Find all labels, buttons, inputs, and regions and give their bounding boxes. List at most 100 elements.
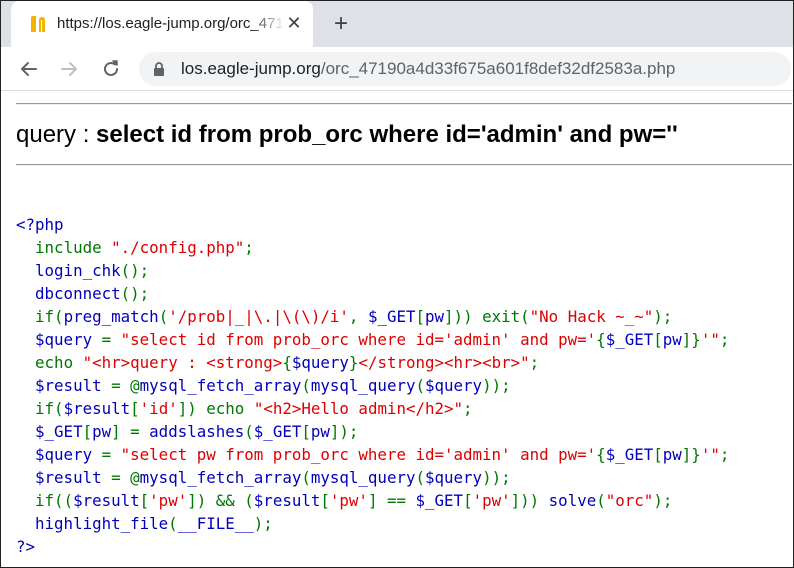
code-token: (: [301, 468, 311, 487]
code-token: [: [653, 330, 663, 349]
address-bar[interactable]: los.eagle-jump.org/orc_47190a4d33f675a60…: [139, 52, 791, 86]
code-line: login_chk();: [16, 259, 729, 282]
code-token: mysql_query: [310, 376, 416, 395]
code-token: ])) exit(: [444, 307, 530, 326]
code-token: ));: [482, 468, 511, 487]
code-token: =: [101, 445, 121, 464]
lock-icon[interactable]: [151, 61, 167, 77]
code-token: ;: [463, 399, 473, 418]
code-token: <?php: [16, 215, 64, 234]
code-line: $result = @mysql_fetch_array(mysql_query…: [16, 466, 729, 489]
code-token: $_GET: [605, 330, 654, 349]
code-token: mysql_fetch_array: [139, 468, 302, 487]
code-token: $_GET: [367, 307, 416, 326]
top-divider: [16, 103, 792, 105]
favicon-icon: [29, 14, 47, 34]
code-token: include: [35, 238, 112, 257]
bottom-divider: [16, 164, 792, 166]
code-token: [: [653, 445, 663, 464]
forward-button[interactable]: [55, 55, 83, 83]
code-token: ();: [120, 284, 150, 303]
back-button[interactable]: [15, 55, 43, 83]
code-token: [: [139, 491, 150, 510]
forward-arrow-icon: [61, 62, 77, 76]
code-token: ();: [120, 261, 150, 280]
code-token: ;: [244, 238, 254, 257]
code-token: ;: [719, 445, 730, 464]
code-token: (: [168, 514, 178, 533]
code-line: if(($result['pw']) && ($result['pw'] == …: [16, 489, 729, 512]
code-token: pw: [92, 422, 112, 441]
code-line: if(preg_match('/prob|_|\.|\(\)/i', $_GET…: [16, 305, 729, 328]
code-token: '/prob|_|\.|\(\)/i': [168, 307, 349, 326]
code-token: "select pw from prob_orc where id='admin…: [120, 445, 597, 464]
code-token: [: [463, 491, 473, 510]
code-token: $_GET: [605, 445, 654, 464]
code-token: 'id': [139, 399, 178, 418]
code-line: include "./config.php";: [16, 236, 729, 259]
code-token: "./config.php": [111, 238, 245, 257]
code-token: '": [700, 330, 720, 349]
url-path: /orc_47190a4d33f675a601f8def32df2583a.ph…: [320, 59, 676, 78]
code-token: if(: [35, 399, 64, 418]
code-token: "<h2>Hello admin</h2>": [253, 399, 464, 418]
code-token: (: [596, 491, 606, 510]
code-token: solve: [548, 491, 597, 510]
code-token: $_GET: [253, 422, 302, 441]
code-line: highlight_file(__FILE__);: [16, 512, 729, 535]
query-sql: select id from prob_orc where id='admin'…: [96, 121, 678, 148]
code-token: $result: [63, 399, 131, 418]
code-token: $result: [16, 468, 112, 487]
code-token: "No Hack ~_~": [529, 307, 654, 326]
code-token: __FILE__: [177, 514, 254, 533]
code-token: 'pw': [329, 491, 368, 510]
code-token: (: [301, 376, 311, 395]
query-prefix: query :: [16, 121, 97, 148]
close-icon[interactable]: ✕: [283, 12, 305, 34]
url-host: los.eagle-jump.org: [181, 59, 321, 78]
code-token: "<hr>query : <strong>: [82, 353, 283, 372]
code-token: (: [415, 376, 425, 395]
code-line: ?>: [16, 535, 729, 558]
code-line: $query = "select id from prob_orc where …: [16, 328, 729, 351]
code-token: $result: [253, 491, 321, 510]
code-token: (: [415, 468, 425, 487]
code-token: $_GET: [415, 491, 464, 510]
browser-toolbar: los.eagle-jump.org/orc_47190a4d33f675a60…: [1, 47, 793, 91]
code-token: ]}: [681, 330, 701, 349]
query-heading: query : select id from prob_orc where id…: [16, 121, 678, 149]
new-tab-button[interactable]: +: [327, 10, 355, 38]
code-token: ;: [719, 330, 730, 349]
url-text[interactable]: los.eagle-jump.org/orc_47190a4d33f675a60…: [181, 59, 675, 79]
code-token: pw: [662, 330, 682, 349]
code-token: [: [82, 422, 93, 441]
code-token: ]) && (: [187, 491, 254, 510]
code-token: [: [415, 307, 426, 326]
code-token: {: [596, 445, 606, 464]
code-token: ,: [348, 307, 368, 326]
code-token: (: [244, 422, 254, 441]
reload-button[interactable]: [97, 55, 125, 83]
code-line: $query = "select pw from prob_orc where …: [16, 443, 729, 466]
tab-title: https://los.eagle-jump.org/orc_47190a4d3…: [57, 15, 285, 32]
code-token: </strong><hr><br>": [358, 353, 530, 372]
code-line: dbconnect();: [16, 282, 729, 305]
code-token: "orc": [605, 491, 654, 510]
browser-tab[interactable]: https://los.eagle-jump.org/orc_47190a4d3…: [11, 1, 313, 47]
code-token: dbconnect: [16, 284, 121, 303]
tab-strip: https://los.eagle-jump.org/orc_47190a4d3…: [1, 1, 793, 47]
code-token: $query: [291, 353, 349, 372]
code-token: ]}: [681, 445, 701, 464]
code-token: {: [282, 353, 292, 372]
reload-icon: [104, 60, 118, 76]
code-token: $result: [73, 491, 140, 510]
code-token: highlight_file: [16, 514, 169, 533]
code-token: $query: [16, 330, 102, 349]
code-token: ;: [529, 353, 540, 372]
code-token: = @: [111, 376, 140, 395]
code-line: <?php: [16, 213, 729, 236]
code-token: $_GET: [16, 422, 83, 441]
back-arrow-icon: [21, 62, 37, 76]
